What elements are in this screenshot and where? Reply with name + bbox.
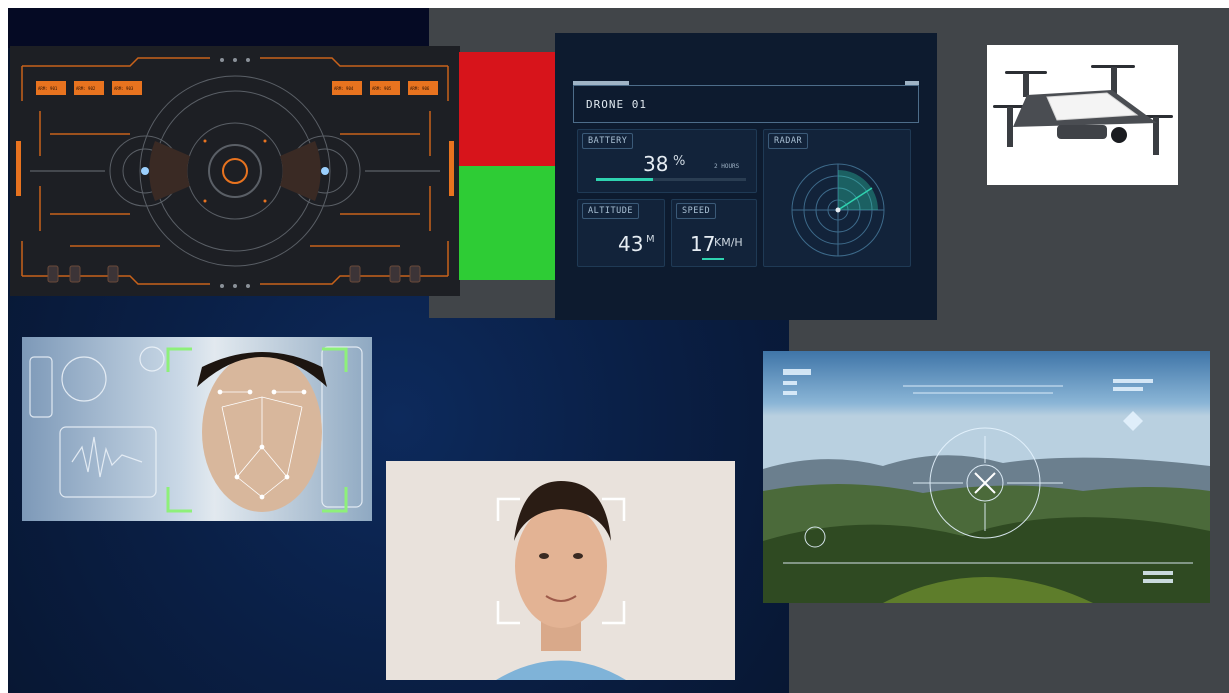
- altitude-unit: M: [646, 234, 655, 245]
- dashboard-title: DRONE 01: [573, 81, 919, 123]
- drone-icon: [987, 45, 1178, 185]
- hud-label-3: ARM: 903: [114, 86, 134, 91]
- hud-label-2: ARM: 902: [76, 86, 96, 91]
- speed-value: 17: [690, 232, 716, 256]
- battery-bar-fill: [596, 178, 653, 181]
- altitude-card: ALTITUDE 43 M: [577, 199, 665, 267]
- face-scan-icon: [22, 337, 372, 521]
- hud-label-1: ARM: 901: [38, 86, 58, 91]
- hud-label-6: ARM: 906: [410, 86, 430, 91]
- speed-unit: KM/H: [714, 236, 743, 249]
- radar-icon: [791, 163, 885, 257]
- hud-label-4: ARM: 904: [334, 86, 354, 91]
- crosshair-icon: [763, 351, 1210, 603]
- battery-card: BATTERY 38 % 2 HOURS: [577, 129, 757, 193]
- drone-landscape-hud-image: [763, 351, 1210, 603]
- face-scan-icon: [386, 461, 735, 680]
- radar-card: RADAR: [763, 129, 911, 267]
- altitude-label: ALTITUDE: [582, 203, 639, 219]
- battery-value: 38: [643, 152, 669, 176]
- battery-label: BATTERY: [582, 133, 634, 149]
- speed-label: SPEED: [676, 203, 717, 219]
- altitude-value: 43: [618, 232, 644, 256]
- face-recognition-image-1: [22, 337, 372, 521]
- face-recognition-image-2: [386, 461, 735, 680]
- drone-photo: [987, 45, 1178, 185]
- green-block: [459, 166, 555, 280]
- hud-label-5: ARM: 905: [372, 86, 392, 91]
- background-top-strip: [8, 8, 429, 48]
- battery-time: 2 HOURS: [714, 163, 740, 170]
- speed-card: SPEED 17 KM/H: [671, 199, 757, 267]
- battery-unit: %: [673, 154, 686, 169]
- red-block: [459, 52, 555, 166]
- slide-canvas: ARM: 901 ARM: 902 ARM: 903 ARM: 904 ARM:…: [8, 8, 1229, 693]
- hud-graphic: ARM: 901 ARM: 902 ARM: 903 ARM: 904 ARM:…: [10, 46, 460, 296]
- drone-dashboard: DRONE 01 BATTERY 38 % 2 HOURS RADAR ALTI…: [555, 33, 937, 320]
- speed-indicator: [702, 258, 724, 260]
- battery-bar-track: [596, 178, 746, 181]
- hud-interface-image: ARM: 901 ARM: 902 ARM: 903 ARM: 904 ARM:…: [10, 46, 460, 296]
